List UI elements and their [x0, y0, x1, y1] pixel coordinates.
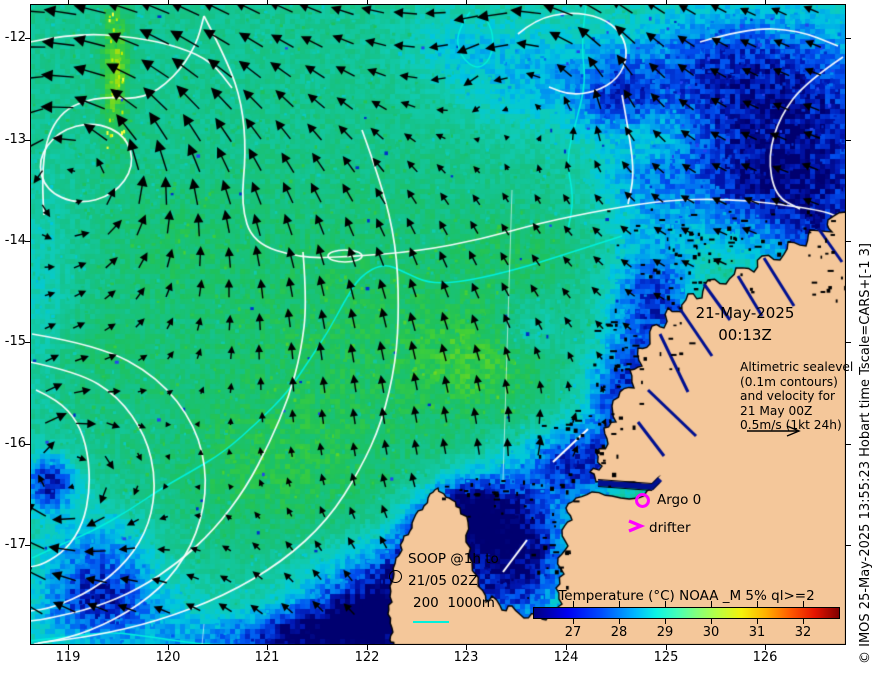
x-axis-tick	[566, 0, 567, 4]
x-axis-tick-label: 123	[454, 650, 479, 665]
y-axis-tick	[846, 241, 851, 242]
map-time: 00:13Z	[655, 326, 835, 344]
x-axis-tick-label: 126	[753, 650, 778, 665]
figure-root: 119 120 121 122 123 124 125 126 -12 -13 -14 -15 -16 -…	[0, 0, 880, 680]
x-axis-tick-label: 122	[355, 650, 380, 665]
x-axis-tick	[168, 0, 169, 4]
altimetry-note-line: 21 May 00Z	[740, 404, 853, 419]
argo-label: Argo 0	[657, 492, 701, 508]
colorbar-tick	[711, 619, 712, 624]
colorbar-tick	[665, 601, 666, 607]
colorbar-tick	[619, 601, 620, 607]
y-axis-tick-label: -12	[0, 30, 26, 45]
colorbar	[533, 607, 840, 619]
y-axis-tick	[846, 140, 851, 141]
colorbar-tick	[573, 619, 574, 624]
ocean-map-canvas	[30, 4, 846, 645]
soop-marker-icon	[389, 570, 402, 583]
colorbar-tick	[803, 619, 804, 624]
copyright-vertical-text: © IMOS 25-May-2025 13:55:23 Hobart time …	[858, 184, 873, 664]
bathy-scale-label: 200 1000m	[413, 595, 495, 611]
drifter-marker-icon	[626, 518, 646, 534]
colorbar-tick	[711, 601, 712, 607]
y-axis-tick	[846, 545, 851, 546]
soop-label-2: 21/05 02Z	[408, 573, 478, 589]
y-axis-tick-label: -16	[0, 436, 26, 451]
y-axis-tick-label: -17	[0, 537, 26, 552]
x-axis-tick-label: 121	[255, 650, 280, 665]
altimetry-note-line: and velocity for	[740, 389, 853, 404]
scale-arrow-icon	[745, 424, 805, 438]
x-axis-tick-label: 120	[156, 650, 181, 665]
colorbar-tick	[803, 601, 804, 607]
y-axis-tick	[846, 38, 851, 39]
x-axis-tick	[666, 0, 667, 4]
y-axis-tick-label: -14	[0, 233, 26, 248]
bathy-contour-sample-line	[413, 621, 449, 623]
x-axis-tick	[68, 0, 69, 4]
colorbar-tick-label: 28	[611, 625, 628, 640]
colorbar-tick-label: 27	[565, 625, 582, 640]
altimetry-note: Altimetric sealevel(0.1m contours)and ve…	[740, 360, 853, 433]
colorbar-tick	[757, 601, 758, 607]
x-axis-tick	[267, 0, 268, 4]
colorbar-tick-label: 31	[749, 625, 766, 640]
colorbar-tick	[619, 619, 620, 624]
altimetry-note-line: (0.1m contours)	[740, 375, 853, 390]
colorbar-tick-label: 32	[795, 625, 812, 640]
x-axis-tick-label: 119	[56, 650, 81, 665]
argo-marker-icon	[635, 493, 650, 508]
x-axis-tick-label: 125	[654, 650, 679, 665]
map-date: 21-May-2025	[655, 304, 835, 322]
altimetry-note-line: Altimetric sealevel	[740, 360, 853, 375]
colorbar-tick-label: 29	[657, 625, 674, 640]
x-axis-tick	[367, 0, 368, 4]
y-axis-tick	[846, 444, 851, 445]
soop-label-1: SOOP @1h to	[408, 551, 499, 567]
colorbar-tick	[573, 601, 574, 607]
drifter-label: drifter	[649, 520, 691, 536]
colorbar-tick	[665, 619, 666, 624]
colorbar-tick-label: 30	[703, 625, 720, 640]
x-axis-tick	[765, 0, 766, 4]
colorbar-tick	[757, 619, 758, 624]
y-axis-tick-label: -13	[0, 132, 26, 147]
y-axis-tick-label: -15	[0, 334, 26, 349]
x-axis-tick	[466, 0, 467, 4]
x-axis-tick-label: 124	[554, 650, 579, 665]
y-axis-tick	[846, 342, 851, 343]
colorbar-title: Temperature (°C) NOAA _M 5% ql>=2	[533, 588, 840, 604]
